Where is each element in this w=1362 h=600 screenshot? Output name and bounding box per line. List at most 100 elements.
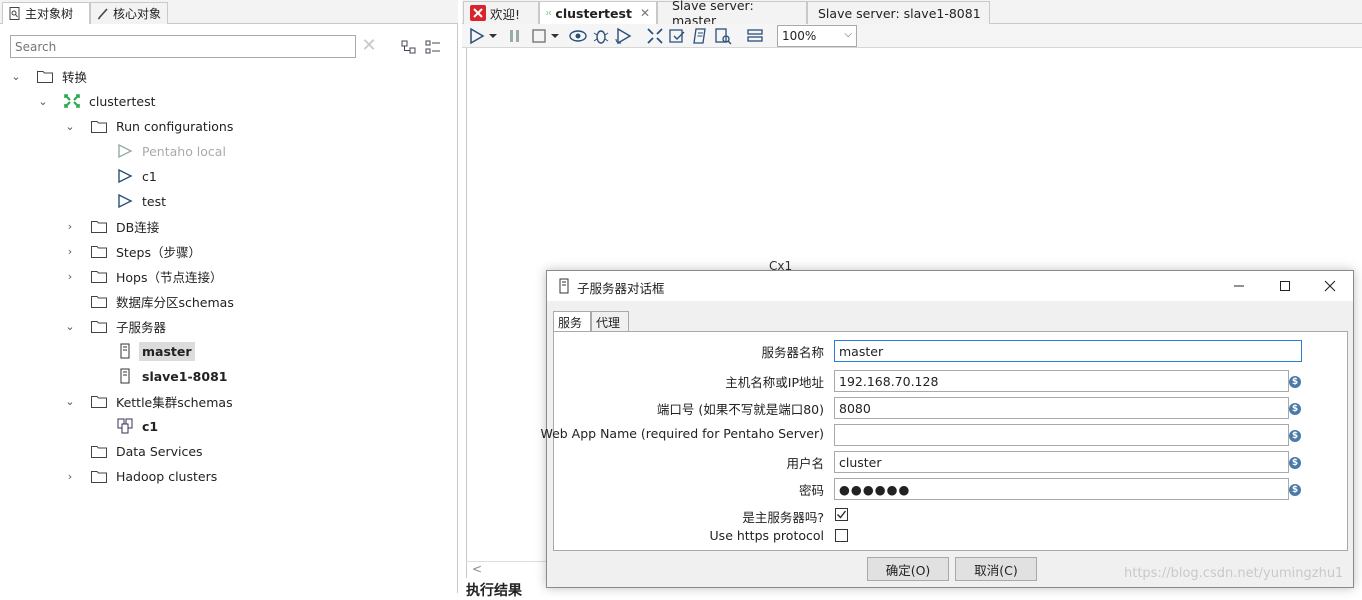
execution-results-label: 执行结果 [466,583,522,599]
service-form: 服务器名称 主机名称或IP地址 $ 端口号 (如果不写就是端口80) $ Web… [540,331,1348,551]
tree-item-label: Hops（节点连接） [116,269,223,285]
pause-icon[interactable] [506,27,524,45]
clear-icon[interactable]: ✕ [360,37,378,55]
tree-item-server-master[interactable]: master [90,340,195,362]
stop-icon[interactable] [530,27,548,45]
username-input[interactable] [834,451,1289,473]
tree-item-steps[interactable]: › Steps（步骤） [64,240,201,262]
webapp-input[interactable] [834,424,1289,446]
chevron-right-icon[interactable]: › [64,470,76,483]
explore-db-icon[interactable] [714,27,732,45]
maximize-button[interactable] [1263,274,1307,298]
sql-script-icon[interactable] [691,27,709,45]
verify-icon[interactable] [646,27,664,45]
variable-icon[interactable]: $ [1289,484,1301,496]
tab-label: Slave server: slave1-8081 [818,5,981,21]
chevron-down-icon[interactable] [550,27,560,45]
tab-clustertest[interactable]: clustertest ✕ [539,1,657,24]
run-icon [118,168,133,184]
folder-icon [91,471,107,483]
chevron-down-icon[interactable] [488,27,498,45]
tree-item-hadoop-clusters[interactable]: › Hadoop clusters [64,465,217,487]
chevron-down-icon[interactable]: ⌄ [64,320,76,333]
cluster-icon [117,418,133,434]
chevron-down-icon[interactable]: ⌄ [37,95,49,108]
tree-item-label: slave1-8081 [142,368,228,384]
collapse-all-icon[interactable] [424,38,442,56]
chevron-right-icon[interactable]: › [64,245,76,258]
tree-item-label: Hadoop clusters [116,468,218,484]
tab-label: 主对象树 [25,7,74,21]
use-https-checkbox[interactable] [835,529,848,542]
tree-item-slave-servers[interactable]: ⌄ 子服务器 [64,315,166,337]
tree-item-label: c1 [142,168,157,184]
chevron-down-icon[interactable]: ⌄ [64,395,76,408]
tree-item-partition-schemas[interactable]: 数据库分区schemas [64,290,234,312]
tree-item-cluster-schemas[interactable]: ⌄ Kettle集群schemas [64,390,233,412]
tree-item-run-test[interactable]: test [90,190,166,212]
is-master-checkbox[interactable] [835,508,848,521]
tab-slave-slave1[interactable]: Slave server: slave1-8081 [807,1,990,24]
tab-main-object-tree[interactable]: 主对象树 [2,2,90,24]
tab-slave-master[interactable]: Slave server: master [657,0,807,28]
username-label: 用户名 [786,456,824,471]
tree-item-label: clustertest [89,93,156,109]
cancel-button[interactable]: 取消(C) [955,557,1037,581]
port-input[interactable] [834,397,1289,419]
tab-welcome[interactable]: 欢迎! [463,1,539,24]
expand-all-icon[interactable] [400,38,418,56]
tree-item-db-connections[interactable]: › DB连接 [64,215,159,237]
tree-item-label: 转换 [62,69,88,85]
preview-eye-icon[interactable] [569,27,587,45]
tree-item-label: Pentaho local [142,143,226,159]
minimize-icon [1234,285,1244,287]
maximize-icon [1280,281,1290,291]
chevron-down-icon[interactable]: ⌄ [10,70,22,83]
variable-icon[interactable]: $ [1289,403,1301,415]
impact-icon[interactable] [668,27,686,45]
tree-item-label: Data Services [116,443,203,459]
variable-icon[interactable]: $ [1289,457,1301,469]
tree-item-pentaho-local[interactable]: Pentaho local [90,140,226,162]
zoom-select[interactable]: 100% ⌵ [777,25,857,47]
chevron-right-icon[interactable]: › [64,220,76,233]
replay-icon[interactable] [615,27,633,45]
close-button[interactable] [1308,274,1352,298]
variable-icon[interactable]: $ [1289,430,1301,442]
tree-item-run-configurations[interactable]: ⌄ Run configurations [64,115,233,137]
search-input[interactable] [10,35,356,58]
transformation-icon [64,94,80,108]
run-icon [118,193,133,209]
tree-item-label: DB连接 [116,219,160,235]
tree-item-clustertest[interactable]: ⌄ clustertest [37,90,156,112]
horizontal-scrollbar[interactable]: < [466,561,550,577]
tree-item-hops[interactable]: › Hops（节点连接） [64,265,223,287]
folder-icon [91,446,107,458]
run-icon[interactable] [468,27,486,45]
password-input[interactable] [834,478,1289,500]
tree-item-label: 子服务器 [116,319,167,335]
minimize-button[interactable] [1217,274,1261,298]
server-name-input[interactable] [834,340,1302,362]
tree-item-data-services[interactable]: Data Services [64,440,203,462]
chevron-down-icon: ⌵ [844,29,852,40]
host-input[interactable] [834,370,1289,392]
tab-core-objects[interactable]: 核心对象 [90,2,168,24]
chevron-down-icon[interactable]: ⌄ [64,120,76,133]
debug-bug-icon[interactable] [592,27,610,45]
show-results-icon[interactable] [746,27,764,45]
tree-item-run-c1[interactable]: c1 [90,165,157,187]
variable-icon[interactable]: $ [1289,376,1301,388]
chevron-right-icon[interactable]: › [64,270,76,283]
tab-service[interactable]: 服务 [553,311,591,332]
dialog-titlebar[interactable]: 子服务器对话框 [547,271,1353,301]
close-icon[interactable]: ✕ [640,6,650,20]
tree-item-transformations[interactable]: ⌄ 转换 [10,65,87,87]
ok-button[interactable]: 确定(O) [867,557,949,581]
server-name-label: 服务器名称 [761,345,824,360]
tree-item-server-slave1[interactable]: slave1-8081 [90,365,227,387]
tab-proxy[interactable]: 代理 [591,311,629,332]
tree-item-label: Kettle集群schemas [116,394,233,410]
scroll-left-icon[interactable]: < [472,562,482,576]
tree-item-cluster-c1[interactable]: c1 [90,415,158,437]
